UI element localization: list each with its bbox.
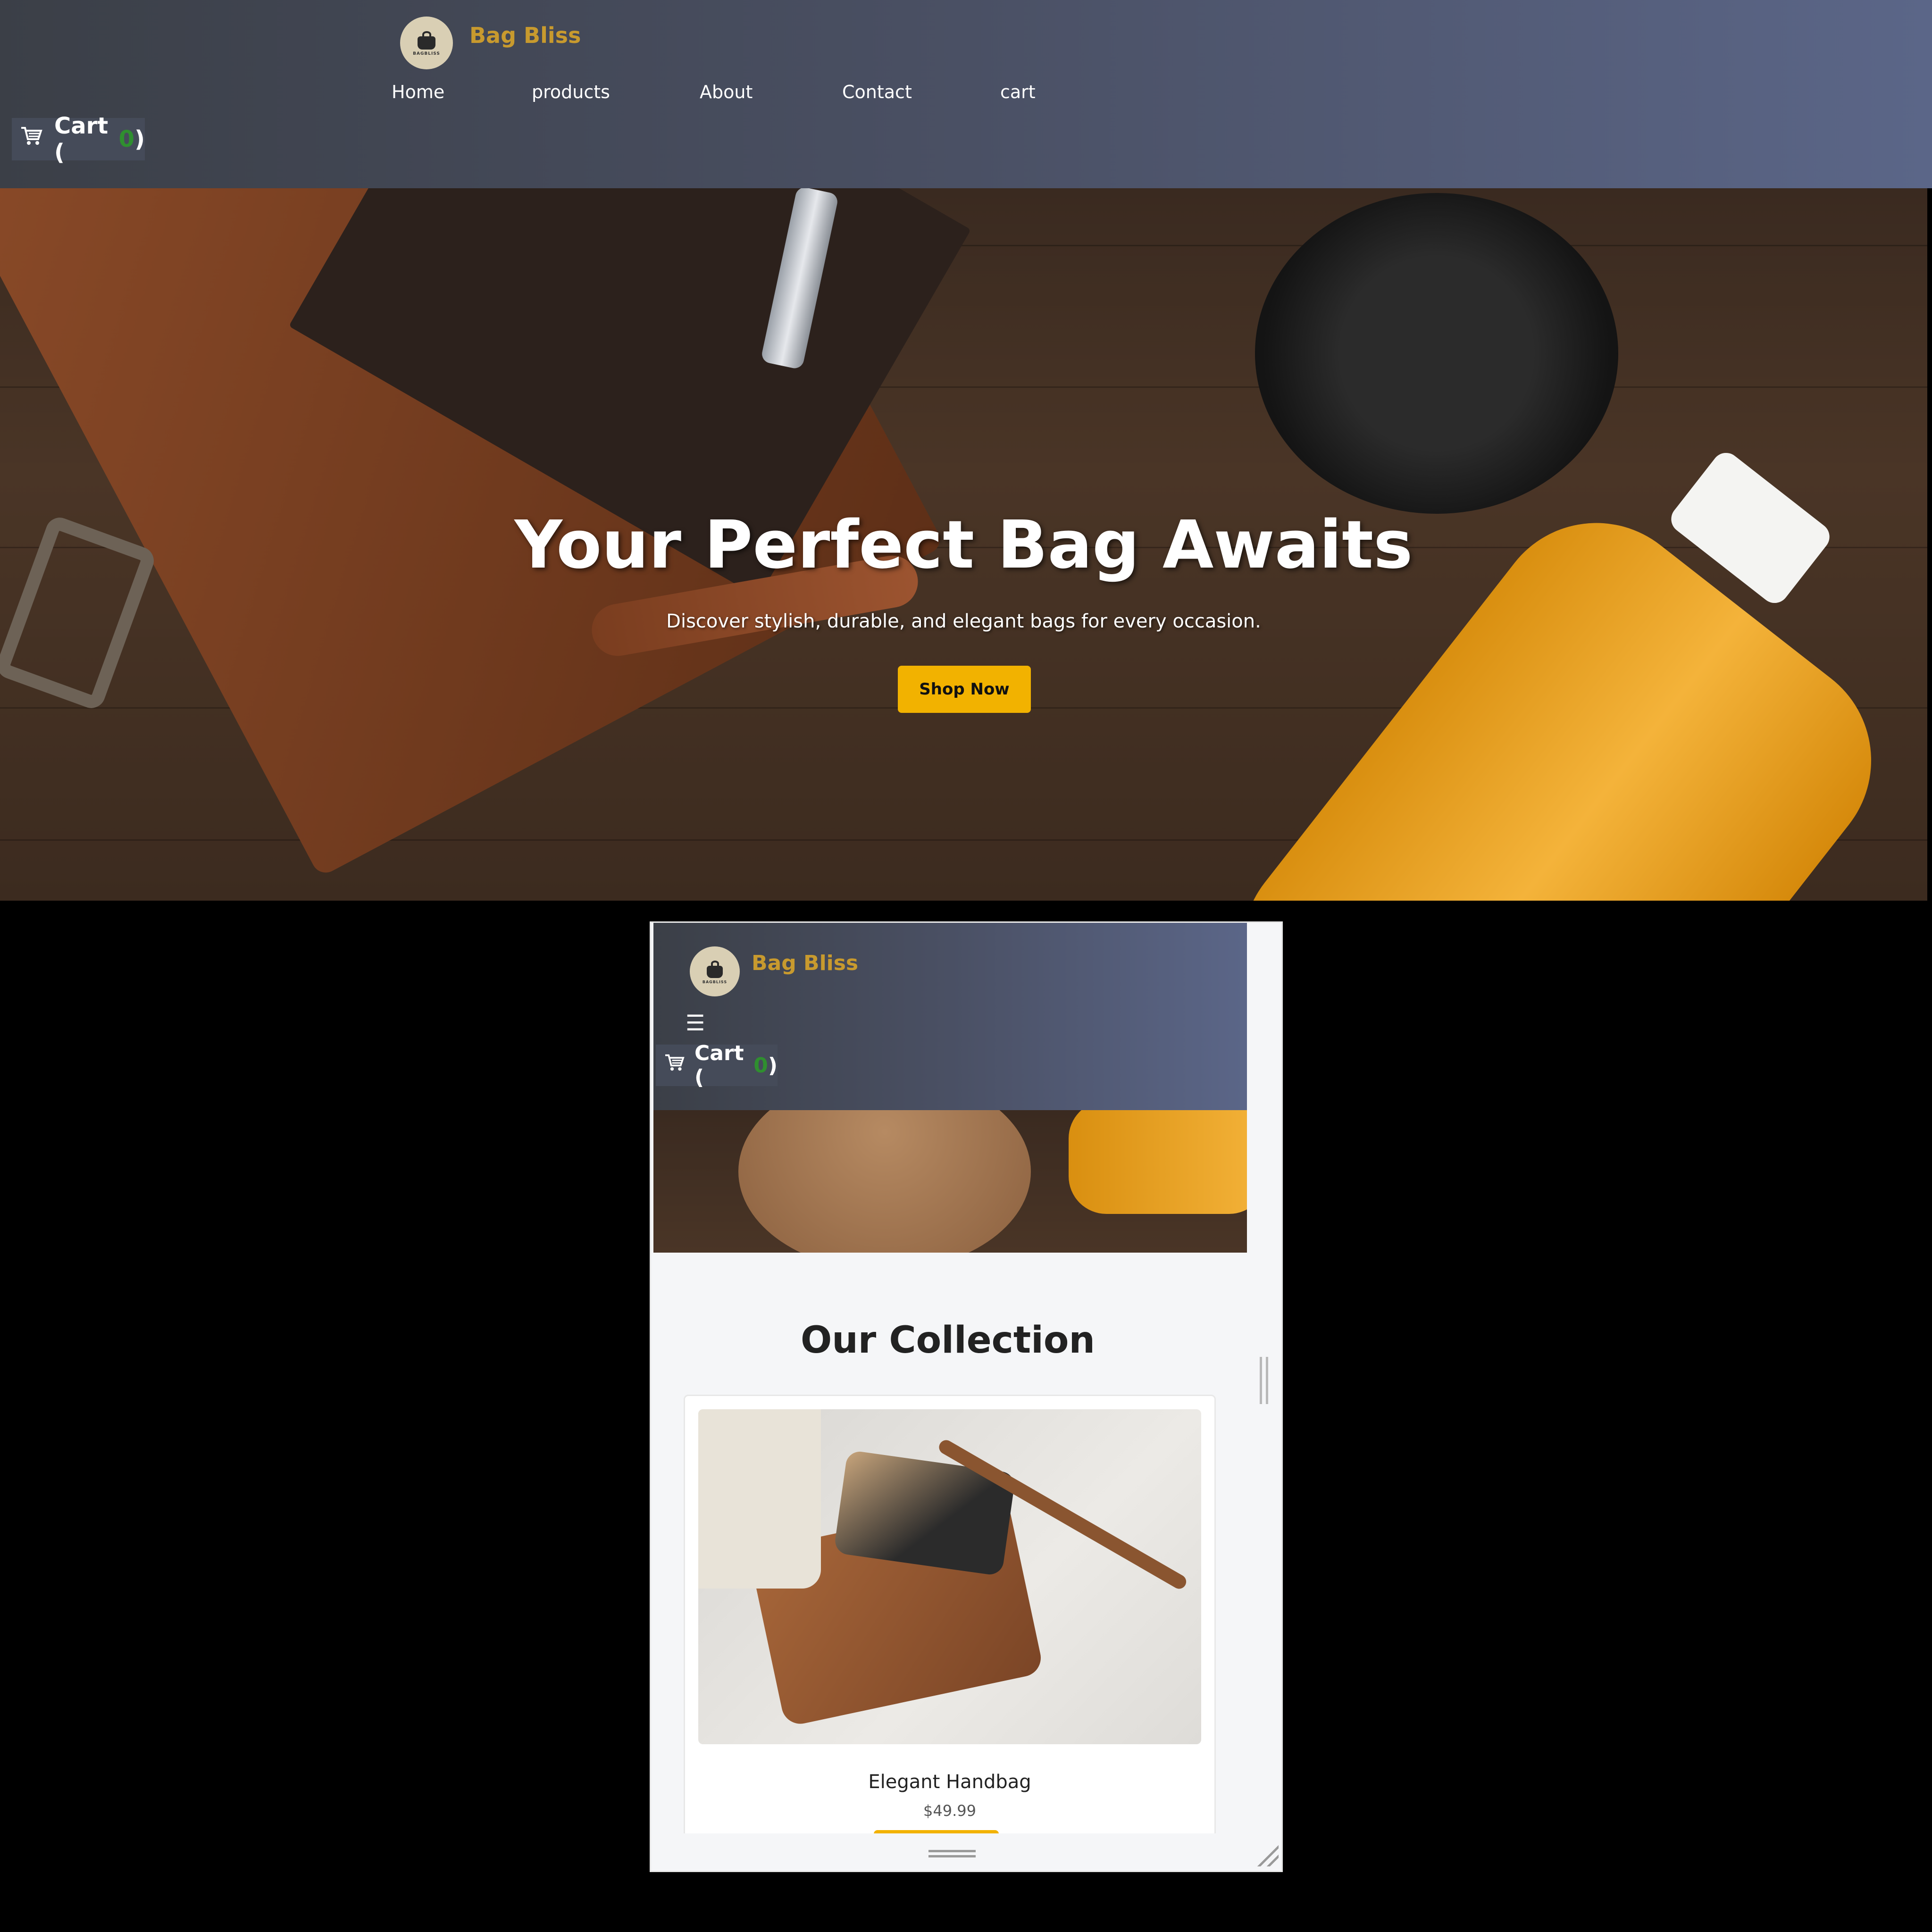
brand-logo[interactable]: BAGBLISS bbox=[690, 946, 740, 996]
lens-cap-image bbox=[1255, 193, 1618, 514]
product-image bbox=[698, 1409, 1201, 1744]
fabric-bag-image bbox=[698, 1409, 821, 1589]
brand-logo[interactable]: BAGBLISS bbox=[400, 17, 453, 69]
cart-button[interactable]: Cart ( 0) bbox=[656, 1041, 778, 1089]
bag-icon bbox=[707, 961, 723, 978]
cart-label: Cart ( bbox=[54, 113, 109, 166]
hero-banner: Your Perfect Bag Awaits Discover stylish… bbox=[0, 188, 1927, 901]
hero-title: Your Perfect Bag Awaits bbox=[514, 507, 1413, 584]
product-name: Elegant Handbag bbox=[868, 1771, 1031, 1793]
scrollbar-thumb[interactable] bbox=[1260, 1357, 1268, 1404]
nav-about[interactable]: About bbox=[700, 82, 753, 102]
resize-handle-icon[interactable] bbox=[1255, 1843, 1279, 1866]
brand-name[interactable]: Bag Bliss bbox=[469, 23, 581, 48]
cart-icon bbox=[664, 1054, 685, 1078]
cart-count: 0 bbox=[118, 126, 135, 152]
nav-products[interactable]: products bbox=[532, 82, 610, 102]
cart-button[interactable]: Cart ( 0) bbox=[12, 113, 145, 166]
nav-home[interactable]: Home bbox=[392, 82, 444, 102]
collection-title: Our Collection bbox=[800, 1319, 1096, 1362]
leather-bag-image bbox=[738, 1110, 1031, 1253]
cart-icon bbox=[20, 126, 43, 152]
drag-handle-icon[interactable] bbox=[928, 1850, 976, 1857]
mobile-preview: BAGBLISS Bag Bliss ☰ Cart ( 0) Our Collec… bbox=[650, 921, 1283, 1872]
cart-count: 0 bbox=[753, 1053, 768, 1078]
nav-contact[interactable]: Contact bbox=[842, 82, 912, 102]
cart-label: Cart ( bbox=[694, 1041, 744, 1089]
mobile-header: BAGBLISS Bag Bliss ☰ Cart ( 0) bbox=[653, 923, 1247, 1110]
product-card[interactable]: Elegant Handbag $49.99 bbox=[684, 1395, 1216, 1871]
logo-text: BAGBLISS bbox=[702, 979, 728, 984]
desktop-header: BAGBLISS Bag Bliss Home products About C… bbox=[0, 0, 1932, 188]
cart-label-close: ) bbox=[768, 1053, 778, 1078]
hamburger-icon[interactable]: ☰ bbox=[686, 1010, 705, 1036]
bag-icon bbox=[418, 31, 435, 50]
cart-label-close: ) bbox=[134, 126, 145, 152]
nav-cart[interactable]: cart bbox=[1000, 82, 1036, 102]
hero-subtitle: Discover stylish, durable, and elegant b… bbox=[666, 611, 1261, 632]
mobile-hero-banner bbox=[653, 1110, 1247, 1253]
logo-text: BAGBLISS bbox=[413, 51, 440, 56]
product-price: $49.99 bbox=[923, 1802, 976, 1820]
shop-now-button[interactable]: Shop Now bbox=[898, 666, 1031, 713]
brand-name[interactable]: Bag Bliss bbox=[752, 951, 858, 975]
juice-bottle-image bbox=[1069, 1110, 1247, 1214]
